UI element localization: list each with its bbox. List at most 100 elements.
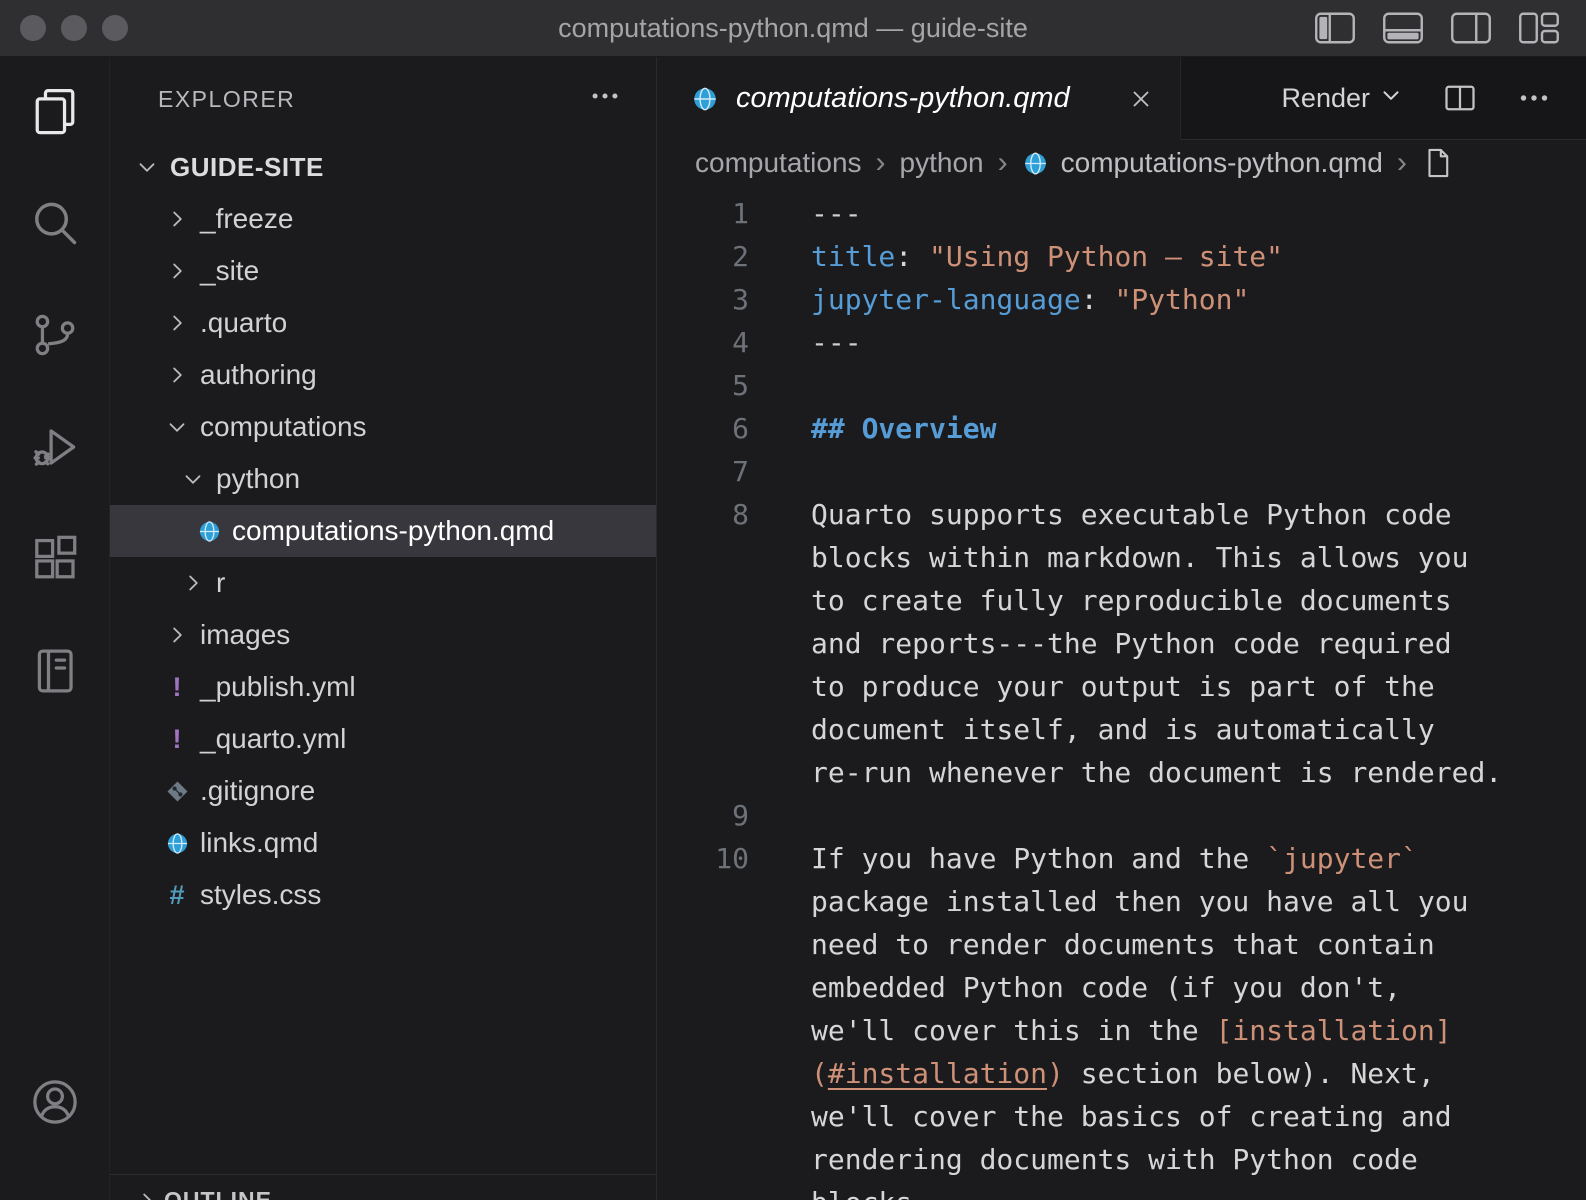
code-line-10-wrap-7[interactable]: rendering documents with Python code bbox=[657, 1138, 1586, 1181]
activity-run-and-debug[interactable] bbox=[0, 393, 110, 505]
close-window-button[interactable] bbox=[20, 15, 46, 41]
line-number[interactable]: 3 bbox=[657, 278, 749, 321]
tree-item-freeze[interactable]: _freeze bbox=[110, 193, 656, 245]
line-number[interactable]: 5 bbox=[657, 364, 749, 407]
code-line-text: document itself, and is automatically bbox=[749, 708, 1435, 751]
code-line-10[interactable]: 10If you have Python and the `jupyter` bbox=[657, 837, 1586, 880]
toggle-primary-sidebar-icon[interactable] bbox=[1314, 11, 1356, 45]
activity-search[interactable] bbox=[0, 169, 110, 281]
code-line-1[interactable]: 1--- bbox=[657, 192, 1586, 235]
activity-book[interactable] bbox=[0, 617, 110, 729]
breadcrumb-separator: › bbox=[1383, 146, 1421, 180]
code-line-8-wrap-4[interactable]: to produce your output is part of the bbox=[657, 665, 1586, 708]
outline-section-header[interactable]: OUTLINE bbox=[110, 1174, 656, 1200]
code-line-text: ## Overview bbox=[749, 407, 996, 450]
line-number[interactable] bbox=[657, 1009, 749, 1052]
code-line-text: blocks within markdown. This allows you bbox=[749, 536, 1468, 579]
code-line-5[interactable]: 5 bbox=[657, 364, 1586, 407]
quarto-file-icon bbox=[691, 85, 719, 113]
activity-explorer[interactable] bbox=[0, 57, 110, 169]
zoom-window-button[interactable] bbox=[102, 15, 128, 41]
code-line-9[interactable]: 9 bbox=[657, 794, 1586, 837]
customize-layout-icon[interactable] bbox=[1518, 11, 1560, 45]
toggle-panel-icon[interactable] bbox=[1382, 11, 1424, 45]
breadcrumb-python[interactable]: python bbox=[900, 147, 984, 179]
code-line-7[interactable]: 7 bbox=[657, 450, 1586, 493]
code-line-10-wrap-4[interactable]: we'll cover this in the [installation] bbox=[657, 1009, 1586, 1052]
code-line-10-wrap-1[interactable]: package installed then you have all you bbox=[657, 880, 1586, 923]
line-number[interactable] bbox=[657, 1095, 749, 1138]
more-actions-icon[interactable] bbox=[588, 79, 622, 119]
code-line-3[interactable]: 3jupyter-language: "Python" bbox=[657, 278, 1586, 321]
code-line-10-wrap-3[interactable]: embedded Python code (if you don't, bbox=[657, 966, 1586, 1009]
line-number[interactable]: 2 bbox=[657, 235, 749, 278]
code-line-8-wrap-2[interactable]: to create fully reproducible documents bbox=[657, 579, 1586, 622]
tree-item-styles-css[interactable]: #styles.css bbox=[110, 869, 656, 921]
more-actions-icon[interactable] bbox=[1516, 80, 1552, 116]
line-number[interactable]: 8 bbox=[657, 493, 749, 536]
line-number[interactable] bbox=[657, 923, 749, 966]
line-number[interactable] bbox=[657, 665, 749, 708]
code-line-text: need to render documents that contain bbox=[749, 923, 1435, 966]
tree-item-publish-yml[interactable]: !_publish.yml bbox=[110, 661, 656, 713]
tree-item-site[interactable]: _site bbox=[110, 245, 656, 297]
tree-item-r[interactable]: r bbox=[110, 557, 656, 609]
code-line-6[interactable]: 6## Overview bbox=[657, 407, 1586, 450]
tree-item-computations[interactable]: computations bbox=[110, 401, 656, 453]
code-line-8-wrap-5[interactable]: document itself, and is automatically bbox=[657, 708, 1586, 751]
line-number[interactable]: 7 bbox=[657, 450, 749, 493]
toggle-secondary-sidebar-icon[interactable] bbox=[1450, 11, 1492, 45]
tree-item-label: images bbox=[200, 619, 290, 651]
tree-item-gitignore[interactable]: .gitignore bbox=[110, 765, 656, 817]
split-editor-icon[interactable] bbox=[1442, 80, 1478, 116]
tree-item-label: links.qmd bbox=[200, 827, 318, 859]
line-number[interactable] bbox=[657, 880, 749, 923]
code-line-10-wrap-2[interactable]: need to render documents that contain bbox=[657, 923, 1586, 966]
code-line-8-wrap-1[interactable]: blocks within markdown. This allows you bbox=[657, 536, 1586, 579]
close-tab-icon[interactable] bbox=[1128, 86, 1154, 112]
code-line-text: jupyter-language: "Python" bbox=[749, 278, 1249, 321]
search-icon bbox=[29, 197, 81, 254]
minimize-window-button[interactable] bbox=[61, 15, 87, 41]
activity-extensions[interactable] bbox=[0, 505, 110, 617]
tree-item-quarto-yml[interactable]: !_quarto.yml bbox=[110, 713, 656, 765]
tree-item-quarto[interactable]: .quarto bbox=[110, 297, 656, 349]
line-number[interactable] bbox=[657, 579, 749, 622]
code-line-4[interactable]: 4--- bbox=[657, 321, 1586, 364]
tree-root-guide-site[interactable]: GUIDE-SITE bbox=[110, 141, 656, 193]
breadcrumb-computations-python-qmd[interactable]: computations-python.qmd bbox=[1061, 147, 1383, 179]
tree-item-links-qmd[interactable]: links.qmd bbox=[110, 817, 656, 869]
line-number[interactable]: 9 bbox=[657, 794, 749, 837]
code-editor[interactable]: 1---2title: "Using Python — site"3jupyte… bbox=[657, 186, 1586, 1200]
line-number[interactable] bbox=[657, 622, 749, 665]
code-line-8-wrap-6[interactable]: re-run whenever the document is rendered… bbox=[657, 751, 1586, 794]
tree-item-computations-python-qmd[interactable]: computations-python.qmd bbox=[110, 505, 656, 557]
line-number[interactable]: 1 bbox=[657, 192, 749, 235]
line-number[interactable] bbox=[657, 966, 749, 1009]
tab-computations-python-qmd[interactable]: computations-python.qmd bbox=[657, 57, 1181, 140]
line-number[interactable]: 10 bbox=[657, 837, 749, 880]
code-line-8[interactable]: 8Quarto supports executable Python code bbox=[657, 493, 1586, 536]
code-line-10-wrap-6[interactable]: we'll cover the basics of creating and bbox=[657, 1095, 1586, 1138]
ellipsis-icon bbox=[588, 92, 622, 118]
line-number[interactable] bbox=[657, 1181, 749, 1200]
line-number[interactable] bbox=[657, 708, 749, 751]
breadcrumb-computations[interactable]: computations bbox=[695, 147, 862, 179]
line-number[interactable] bbox=[657, 536, 749, 579]
line-number[interactable]: 4 bbox=[657, 321, 749, 364]
tree-item-images[interactable]: images bbox=[110, 609, 656, 661]
tree-item-python[interactable]: python bbox=[110, 453, 656, 505]
activity-accounts[interactable] bbox=[0, 1048, 110, 1160]
line-number[interactable] bbox=[657, 1138, 749, 1181]
quarto-file-icon bbox=[160, 831, 194, 856]
line-number[interactable] bbox=[657, 751, 749, 794]
code-line-10-wrap-8[interactable]: blocks. bbox=[657, 1181, 1586, 1200]
line-number[interactable] bbox=[657, 1052, 749, 1095]
code-line-2[interactable]: 2title: "Using Python — site" bbox=[657, 235, 1586, 278]
code-line-8-wrap-3[interactable]: and reports---the Python code required bbox=[657, 622, 1586, 665]
tree-item-authoring[interactable]: authoring bbox=[110, 349, 656, 401]
code-line-10-wrap-5[interactable]: (#installation) section below). Next, bbox=[657, 1052, 1586, 1095]
activity-source-control[interactable] bbox=[0, 281, 110, 393]
render-button[interactable]: Render bbox=[1281, 82, 1404, 115]
line-number[interactable]: 6 bbox=[657, 407, 749, 450]
